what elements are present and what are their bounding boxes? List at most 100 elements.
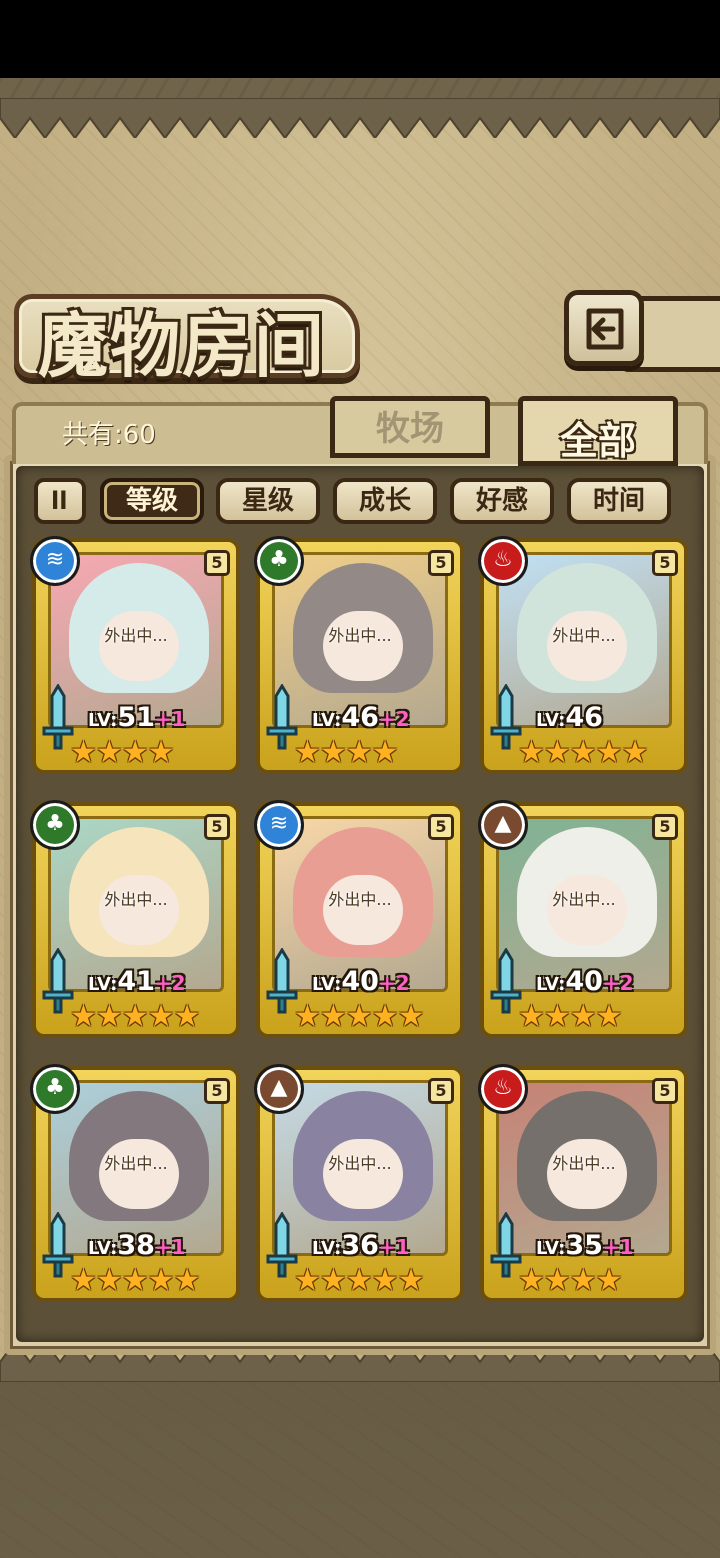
sort-by-time-button[interactable]: 时间: [567, 478, 671, 524]
element-glyph: ♨: [493, 547, 513, 572]
element-earth-icon: ▲: [478, 800, 528, 850]
sort-order-button[interactable]: ll: [34, 478, 86, 524]
away-status: 外出中...: [104, 1154, 168, 1173]
monster-card[interactable]: 外出中... ♣ 5 LV:41+2 ★★★★★: [30, 800, 240, 1038]
rank-badge: 5: [428, 550, 454, 576]
level-prefix: LV:: [312, 974, 342, 995]
away-status: 外出中...: [328, 626, 392, 645]
tab-all[interactable]: 全部: [518, 396, 678, 466]
level-value: 36: [341, 1230, 379, 1261]
monster-level: LV:35+1: [536, 1230, 634, 1262]
monster-card[interactable]: 外出中... ≋ 5 LV:51+1 ★★★★: [30, 536, 240, 774]
rank-badge: 5: [428, 814, 454, 840]
back-button[interactable]: [564, 290, 644, 366]
level-bonus: +2: [378, 971, 410, 995]
monster-card[interactable]: 外出中... ≋ 5 LV:40+2 ★★★★★: [254, 800, 464, 1038]
element-water-icon: ≋: [254, 800, 304, 850]
element-glyph: ♣: [45, 811, 65, 836]
star-rating: ★★★★: [518, 999, 623, 1034]
monster-card[interactable]: 外出中... ▲ 5 LV:36+1 ★★★★★: [254, 1064, 464, 1302]
level-value: 51: [117, 702, 155, 733]
level-value: 35: [565, 1230, 603, 1261]
level-bonus: +2: [154, 971, 186, 995]
monster-card[interactable]: 外出中... ♣ 5 LV:46+2 ★★★★: [254, 536, 464, 774]
monster-card[interactable]: 外出中... ♣ 5 LV:38+1 ★★★★★: [30, 1064, 240, 1302]
element-wood-icon: ♣: [30, 800, 80, 850]
level-prefix: LV:: [88, 1238, 118, 1259]
status-bar: [0, 0, 720, 78]
level-bonus: +1: [154, 1235, 186, 1259]
level-prefix: LV:: [536, 974, 566, 995]
rank-badge: 5: [204, 1078, 230, 1104]
level-value: 46: [565, 702, 603, 733]
level-prefix: LV:: [88, 974, 118, 995]
monster-level: LV:38+1: [88, 1230, 186, 1262]
rank-badge: 5: [204, 814, 230, 840]
rank-badge: 5: [652, 814, 678, 840]
star-rating: ★★★★★: [518, 735, 648, 770]
away-status: 外出中...: [552, 890, 616, 909]
away-status: 外出中...: [328, 1154, 392, 1173]
zigzag-border-top: [0, 98, 720, 138]
sort-by-growth-button[interactable]: 成长: [333, 478, 437, 524]
element-glyph: ♨: [493, 1075, 513, 1100]
sort-by-stars-button[interactable]: 星级: [216, 478, 320, 524]
star-rating: ★★★★★: [70, 1263, 200, 1298]
monster-card[interactable]: 外出中... ▲ 5 LV:40+2 ★★★★: [478, 800, 688, 1038]
level-bonus: +1: [154, 707, 186, 731]
away-status: 外出中...: [552, 626, 616, 645]
element-fire-icon: ♨: [478, 536, 528, 586]
sort-order-icon: ll: [51, 487, 68, 515]
level-value: 38: [117, 1230, 155, 1261]
level-bonus: +1: [602, 1235, 634, 1259]
star-rating: ★★★★: [70, 735, 175, 770]
star-rating: ★★★★★: [294, 999, 424, 1034]
away-status: 外出中...: [328, 890, 392, 909]
monster-level: LV:46+2: [312, 702, 410, 734]
monster-card[interactable]: 外出中... ♨ 5 LV:35+1 ★★★★: [478, 1064, 688, 1302]
away-status: 外出中...: [552, 1154, 616, 1173]
rank-badge: 5: [652, 1078, 678, 1104]
level-prefix: LV:: [312, 710, 342, 731]
level-value: 46: [341, 702, 379, 733]
star-rating: ★★★★★: [294, 1263, 424, 1298]
level-prefix: LV:: [312, 1238, 342, 1259]
away-status: 外出中...: [104, 626, 168, 645]
element-wood-icon: ♣: [30, 1064, 80, 1114]
monster-count: 共有:60: [62, 420, 156, 450]
star-rating: ★★★★★: [70, 999, 200, 1034]
element-fire-icon: ♨: [478, 1064, 528, 1114]
monster-level: LV:36+1: [312, 1230, 410, 1262]
element-glyph: ♣: [45, 1075, 65, 1100]
rank-badge: 5: [652, 550, 678, 576]
level-value: 40: [565, 966, 603, 997]
monster-level: LV:40+2: [536, 966, 634, 998]
sort-by-affinity-button[interactable]: 好感: [450, 478, 554, 524]
rank-badge: 5: [204, 550, 230, 576]
element-earth-icon: ▲: [254, 1064, 304, 1114]
element-glyph: ♣: [269, 547, 289, 572]
element-water-icon: ≋: [30, 536, 80, 586]
star-rating: ★★★★: [294, 735, 399, 770]
element-glyph: ▲: [494, 811, 512, 836]
sort-by-level-button[interactable]: 等级: [100, 478, 204, 524]
monster-level: LV:46: [536, 702, 603, 734]
element-glyph: ▲: [270, 1075, 288, 1100]
level-bonus: +2: [602, 971, 634, 995]
monster-card[interactable]: 外出中... ♨ 5 LV:46 ★★★★★: [478, 536, 688, 774]
level-prefix: LV:: [536, 1238, 566, 1259]
tab-ranch[interactable]: 牧场: [330, 396, 490, 458]
element-wood-icon: ♣: [254, 536, 304, 586]
level-bonus: +1: [378, 1235, 410, 1259]
level-value: 41: [117, 966, 155, 997]
element-glyph: ≋: [45, 547, 65, 572]
away-status: 外出中...: [104, 890, 168, 909]
monster-level: LV:41+2: [88, 966, 186, 998]
return-arrow-icon: [586, 308, 624, 350]
level-prefix: LV:: [88, 710, 118, 731]
monster-level: LV:40+2: [312, 966, 410, 998]
page-title: 魔物房间: [38, 304, 326, 387]
rank-badge: 5: [428, 1078, 454, 1104]
star-rating: ★★★★: [518, 1263, 623, 1298]
level-bonus: +2: [378, 707, 410, 731]
